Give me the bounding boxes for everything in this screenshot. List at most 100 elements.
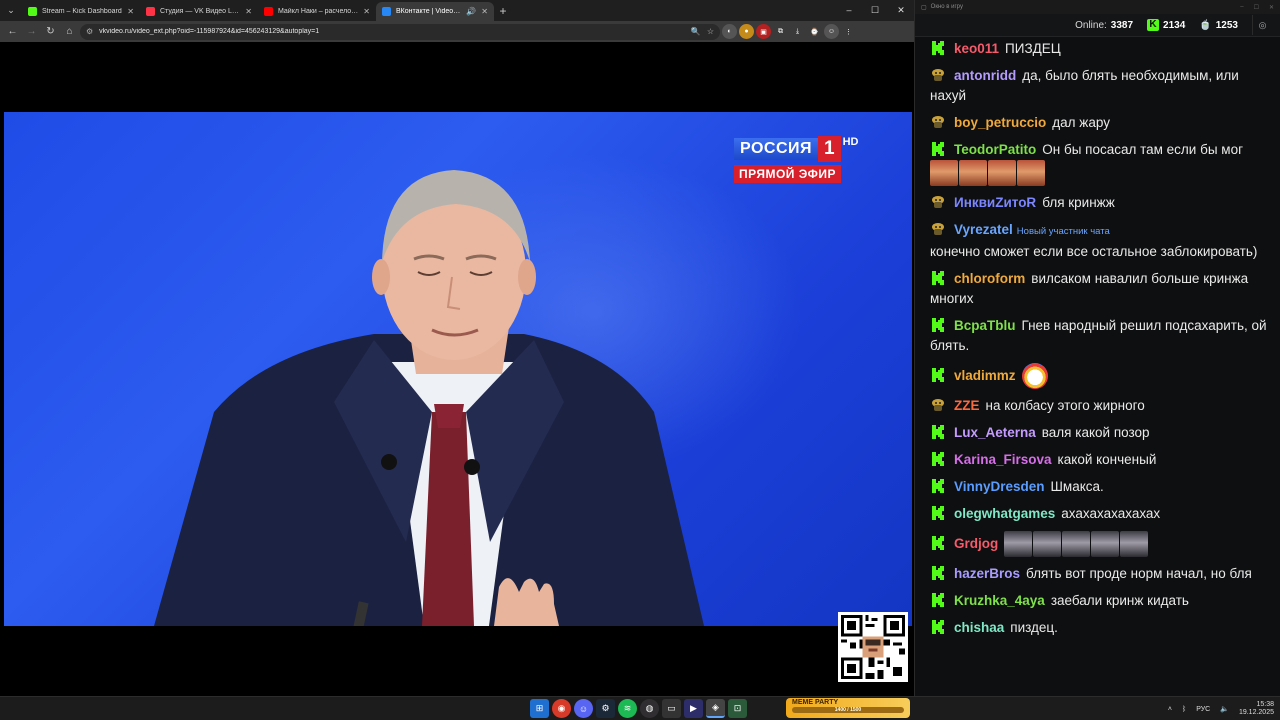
chat-message: Karina_Firsova какой конченый [930,450,1272,470]
chat-username[interactable]: ZZE [954,398,980,413]
close-tab-icon[interactable]: ✕ [363,7,370,16]
chat-message: chishaa пиздец. [930,618,1272,638]
chat-message: antonridd да, было блять необходимым, или… [930,66,1272,106]
home-icon[interactable]: ⌂ [61,23,78,40]
chat-message-text: валя какой позор [1041,425,1150,440]
chrome-icon[interactable]: ◉ [552,699,571,718]
chat-stats-bar: Online: 3387 K 2134 🍵 1253 ◎ [915,14,1280,37]
close-window-icon[interactable]: ✕ [888,0,914,21]
tab-vk-studio[interactable]: Студия — VK Видео Live ✕ [140,2,258,21]
close-window-icon[interactable]: ✕ [1269,4,1274,11]
media-player-icon[interactable]: ▶ [684,699,703,718]
chat-username[interactable]: Kruzhka_4aya [954,593,1045,608]
menu-icon[interactable]: ⋮ [841,24,856,39]
discord-icon[interactable]: ☺ [574,699,593,718]
chat-username[interactable]: chishaa [954,620,1004,635]
tab-kick-dashboard[interactable]: Stream – Kick Dashboard ✕ [22,2,140,21]
extension-3-icon[interactable]: ▣ [756,24,771,39]
start-icon[interactable]: ⊞ [530,699,549,718]
chat-username[interactable]: vladimmz [954,368,1016,383]
forward-icon[interactable]: → [23,23,40,40]
twitch-badge-icon: 🍵 [1199,19,1212,31]
chat-message: olegwhatgames ахахахахахахах [930,504,1272,524]
chat-username[interactable]: chloroform [954,271,1025,286]
twitch-badge-icon [930,114,946,130]
app-extra-icon[interactable]: ⊡ [728,699,747,718]
emote-icon [1004,531,1033,557]
emote-row [930,160,1272,186]
tray-arrow-icon[interactable]: ˄ [1168,706,1172,713]
tab-vk-video-ext[interactable]: ВКонтакте | Video Ext 🔊 ✕ [376,2,494,21]
emote-icon [1033,531,1062,557]
downloads-icon[interactable]: ⤓ [790,24,805,39]
site-info-icon[interactable]: ⚙ [86,27,93,36]
chat-message-text: блять вот проде норм начал, но бля [1026,566,1252,581]
chat-window: ▢ Окно в игру – ☐ ✕ Online: 3387 K 2134 … [914,0,1280,696]
gamepad-icon[interactable]: ▭ [662,699,681,718]
chat-message: boy_petruccio дал жару [930,113,1272,133]
extension-1-icon[interactable]: ◐ [722,24,737,39]
meme-party-progress: 1400 / 1500 [792,707,904,713]
chat-username[interactable]: TeodorPatito [954,142,1036,157]
minimize-icon[interactable]: – [836,0,862,21]
chat-message: keo011 ПИЗДЕЦ [930,39,1272,59]
close-tab-icon[interactable]: ✕ [481,7,488,16]
maximize-icon[interactable]: ☐ [1254,4,1259,11]
new-tab-button[interactable]: + [494,4,512,18]
emote-icon [1017,160,1045,186]
chat-username[interactable]: Grdjog [954,536,998,551]
close-tab-icon[interactable]: ✕ [245,7,252,16]
chat-username[interactable]: keo011 [954,41,999,56]
chat-username[interactable]: Vyrezatel [954,222,1013,237]
tab-strip: ⌄ Stream – Kick Dashboard ✕ Студия — VK … [0,0,914,21]
chat-username[interactable]: ИнквиZитоR [954,195,1036,210]
close-tab-icon[interactable]: ✕ [127,7,134,16]
bluetooth-icon[interactable]: ᛒ [1182,706,1186,713]
maximize-icon[interactable]: ☐ [862,0,888,21]
chat-username[interactable]: hazerBros [954,566,1020,581]
tab-youtube[interactable]: Майкл Наки – расчеловечива ✕ [258,2,376,21]
obs-icon[interactable]: ◍ [640,699,659,718]
app-active-icon[interactable]: ◈ [706,699,725,718]
settings-icon[interactable]: ◎ [1252,15,1272,35]
address-bar[interactable]: ⚙ vkvideo.ru/video_ext.php?oid=-11598792… [80,23,720,40]
online-counter: Online: 3387 [1075,19,1134,31]
minimize-icon[interactable]: – [1240,4,1243,11]
clock[interactable]: 15:38 19.12.2025 [1239,701,1274,717]
chat-username[interactable]: Lux_Aeterna [954,425,1036,440]
meme-party-title: MEME PARTY [792,699,839,706]
video-player[interactable]: РОССИЯ 1 HD ПРЯМОЙ ЭФИР [4,112,912,626]
emote-row [1004,531,1149,557]
chat-username[interactable]: antonridd [954,68,1016,83]
chat-message-text: пиздец. [1010,620,1058,635]
history-icon[interactable]: ⌚ [807,24,822,39]
tab-search-icon[interactable]: ⌄ [0,0,22,21]
extensions-puzzle-icon[interactable]: ⧉ [773,24,788,39]
kick-badge-icon [930,40,946,56]
bookmark-star-icon[interactable]: ☆ [707,27,714,36]
kick-badge-icon [930,478,946,494]
chat-message: hazerBros блять вот проде норм начал, но … [930,564,1272,584]
chat-username[interactable]: VinnyDresden [954,479,1045,494]
spotify-icon[interactable]: ≋ [618,699,637,718]
url-text: vkvideo.ru/video_ext.php?oid=-115987924&… [99,28,320,35]
chat-username[interactable]: olegwhatgames [954,506,1055,521]
search-icon[interactable]: 🔍 [691,27,701,36]
reload-icon[interactable]: ↻ [42,23,59,40]
back-icon[interactable]: ← [4,23,21,40]
window-icon: ▢ [921,4,927,11]
steam-icon[interactable]: ⚙ [596,699,615,718]
chat-message: VinnyDresden Шмакса. [930,477,1272,497]
chat-username[interactable]: BcpaTblu [954,318,1016,333]
extension-2-icon[interactable]: ● [739,24,754,39]
kick-badge-icon [930,505,946,521]
chat-username[interactable]: Karina_Firsova [954,452,1052,467]
speaker-icon[interactable]: 🔊 [466,7,476,16]
chat-message-text: дал жару [1052,115,1110,130]
profile-icon[interactable]: ☺ [824,24,839,39]
kick-viewers: K 2134 [1147,19,1185,31]
volume-icon[interactable]: 🔈 [1220,705,1229,713]
language-indicator[interactable]: РУС [1196,706,1210,713]
chat-username[interactable]: boy_petruccio [954,115,1046,130]
twitch-badge-icon [930,194,946,210]
